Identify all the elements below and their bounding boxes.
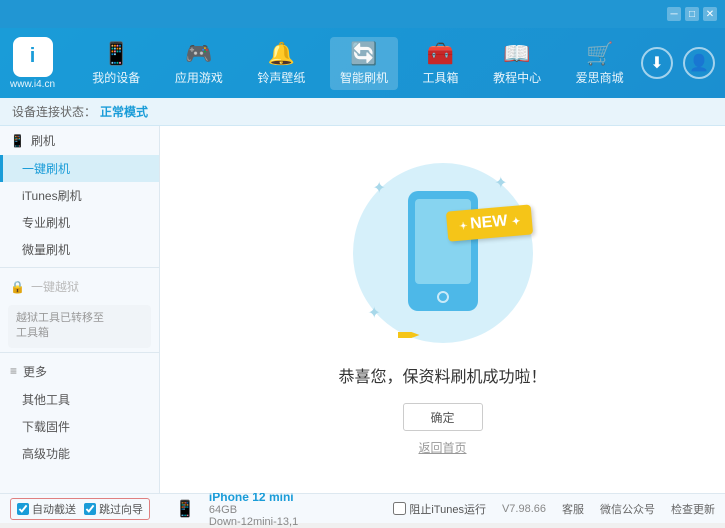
other-tools-label: 其他工具 <box>22 393 70 407</box>
header: i www.i4.cn 📱 我的设备 🎮 应用游戏 🔔 铃声壁纸 🔄 智能刷机 … <box>0 28 725 98</box>
jailbreak-locked-notice: 越狱工具已转移至工具箱 <box>8 305 151 348</box>
wechat-link[interactable]: 微信公众号 <box>600 501 655 517</box>
main-content: 📱 刷机 一键刷机 iTunes刷机 专业刷机 微量刷机 🔒 一键越狱 越狱工具… <box>0 126 725 493</box>
new-badge-text: NEW <box>470 212 509 232</box>
sidebar-section-jailbreak-header: 🔒 一键越狱 <box>0 272 159 301</box>
more-section-label: 更多 <box>23 363 47 380</box>
phone-home-button <box>437 291 449 303</box>
skip-wizard-checkbox[interactable] <box>84 503 96 515</box>
logo-url: www.i4.cn <box>10 79 55 90</box>
nav-tutorial-label: 教程中心 <box>493 69 541 86</box>
device-detail-1: 64GB <box>209 504 354 516</box>
device-detail-2: Down-12mini-13,1 <box>209 516 354 528</box>
sparkle-2: ✦ <box>494 173 507 193</box>
status-bar: 设备连接状态： 正常模式 <box>0 98 725 126</box>
confirm-button[interactable]: 确定 <box>403 403 483 431</box>
customer-service-link[interactable]: 客服 <box>562 501 584 517</box>
stop-itunes-checkbox[interactable] <box>393 502 406 515</box>
lock-icon: 🔒 <box>10 280 25 294</box>
phone-illustration: ✦ ✦ ✦ NEW <box>343 163 543 343</box>
nav-device-icon: 📱 <box>103 41 130 67</box>
nav-smart-flash[interactable]: 🔄 智能刷机 <box>330 37 398 90</box>
nav-toolbox-label: 工具箱 <box>423 69 459 86</box>
sidebar-section-flash-header: 📱 刷机 <box>0 126 159 155</box>
sidebar-item-pro-flash[interactable]: 专业刷机 <box>0 209 159 236</box>
one-click-label: 一键刷机 <box>22 162 70 176</box>
title-bar: ─ □ ✕ <box>0 0 725 28</box>
sidebar-item-micro-flash[interactable]: 微量刷机 <box>0 236 159 263</box>
minimize-button[interactable]: ─ <box>667 7 681 21</box>
auto-send-checkbox[interactable] <box>17 503 29 515</box>
sparkle-3: ✦ <box>368 303 381 323</box>
more-section-icon: ≡ <box>10 364 17 378</box>
sidebar-item-advanced[interactable]: 高级功能 <box>0 440 159 467</box>
nav-flash-label: 智能刷机 <box>340 69 388 86</box>
nav-my-device[interactable]: 📱 我的设备 <box>82 37 150 90</box>
success-text: 恭喜您，保资料刷机成功啦！ <box>338 363 546 387</box>
nav-ringtones[interactable]: 🔔 铃声壁纸 <box>247 37 315 90</box>
nav-ringtones-icon: 🔔 <box>268 41 295 67</box>
user-button[interactable]: 👤 <box>683 47 715 79</box>
nav-items: 📱 我的设备 🎮 应用游戏 🔔 铃声壁纸 🔄 智能刷机 🧰 工具箱 📖 教程中心… <box>75 37 641 90</box>
nav-store[interactable]: 🛒 爱思商城 <box>566 37 634 90</box>
sidebar-item-download-firmware[interactable]: 下载固件 <box>0 413 159 440</box>
pro-flash-label: 专业刷机 <box>22 216 70 230</box>
nav-ringtones-label: 铃声壁纸 <box>257 69 305 86</box>
close-button[interactable]: ✕ <box>703 7 717 21</box>
content-area: ✦ ✦ ✦ NEW 恭喜您，保资料刷机成功啦！ 确定 返回首页 <box>160 126 725 493</box>
nav-store-label: 爱思商城 <box>576 69 624 86</box>
nav-device-label: 我的设备 <box>92 69 140 86</box>
auto-send-checkbox-item[interactable]: 自动截送 <box>17 501 76 517</box>
checkbox-group: 自动截送 跳过向导 <box>10 498 150 520</box>
window-controls[interactable]: ─ □ ✕ <box>667 7 717 21</box>
itunes-flash-label: iTunes刷机 <box>22 189 82 203</box>
status-value: 正常模式 <box>100 103 148 120</box>
maximize-button[interactable]: □ <box>685 7 699 21</box>
back-home-link[interactable]: 返回首页 <box>418 439 466 456</box>
sparkle-1: ✦ <box>373 178 386 198</box>
nav-tutorial[interactable]: 📖 教程中心 <box>483 37 551 90</box>
skip-wizard-checkbox-item[interactable]: 跳过向导 <box>84 501 143 517</box>
sidebar-item-other-tools[interactable]: 其他工具 <box>0 386 159 413</box>
nav-store-icon: 🛒 <box>586 41 613 67</box>
download-firmware-label: 下载固件 <box>22 420 70 434</box>
jailbreak-section-label: 一键越狱 <box>31 278 79 295</box>
check-update-link[interactable]: 检查更新 <box>671 501 715 517</box>
nav-flash-icon: 🔄 <box>350 41 377 67</box>
nav-apps-label: 应用游戏 <box>175 69 223 86</box>
sidebar: 📱 刷机 一键刷机 iTunes刷机 专业刷机 微量刷机 🔒 一键越狱 越狱工具… <box>0 126 160 493</box>
logo[interactable]: i www.i4.cn <box>10 37 55 90</box>
device-info-section: 📱 iPhone 12 mini 64GB Down-12mini-13,1 <box>175 490 354 528</box>
status-label: 设备连接状态： <box>12 103 96 120</box>
micro-flash-label: 微量刷机 <box>22 243 70 257</box>
nav-tutorial-icon: 📖 <box>503 41 530 67</box>
locked-text: 越狱工具已转移至工具箱 <box>16 311 104 342</box>
device-info: iPhone 12 mini 64GB Down-12mini-13,1 <box>199 490 354 528</box>
sidebar-section-more-header: ≡ 更多 <box>0 357 159 386</box>
nav-apps-games[interactable]: 🎮 应用游戏 <box>165 37 233 90</box>
skip-wizard-label: 跳过向导 <box>99 501 143 517</box>
bottom-right-section: 阻止iTunes运行 V7.98.66 客服 微信公众号 检查更新 <box>354 501 715 517</box>
nav-toolbox[interactable]: 🧰 工具箱 <box>413 37 469 90</box>
flash-section-label: 刷机 <box>31 132 55 149</box>
version-text: V7.98.66 <box>502 503 546 515</box>
logo-icon: i <box>13 37 53 77</box>
stop-itunes: 阻止iTunes运行 <box>393 501 486 517</box>
nav-toolbox-icon: 🧰 <box>427 41 454 67</box>
stop-itunes-label: 阻止iTunes运行 <box>409 501 486 517</box>
bottom-left-section: 自动截送 跳过向导 <box>10 498 175 520</box>
device-phone-icon: 📱 <box>175 499 195 519</box>
advanced-label: 高级功能 <box>22 447 70 461</box>
nav-apps-icon: 🎮 <box>185 41 212 67</box>
sidebar-divider-1 <box>0 267 159 268</box>
flash-section-icon: 📱 <box>10 134 25 148</box>
sidebar-item-one-click[interactable]: 一键刷机 <box>0 155 159 182</box>
sidebar-item-itunes-flash[interactable]: iTunes刷机 <box>0 182 159 209</box>
bottom-bar: 自动截送 跳过向导 📱 iPhone 12 mini 64GB Down-12m… <box>0 493 725 523</box>
auto-send-label: 自动截送 <box>32 501 76 517</box>
sidebar-divider-2 <box>0 352 159 353</box>
download-button[interactable]: ⬇ <box>641 47 673 79</box>
nav-right-buttons: ⬇ 👤 <box>641 47 715 79</box>
